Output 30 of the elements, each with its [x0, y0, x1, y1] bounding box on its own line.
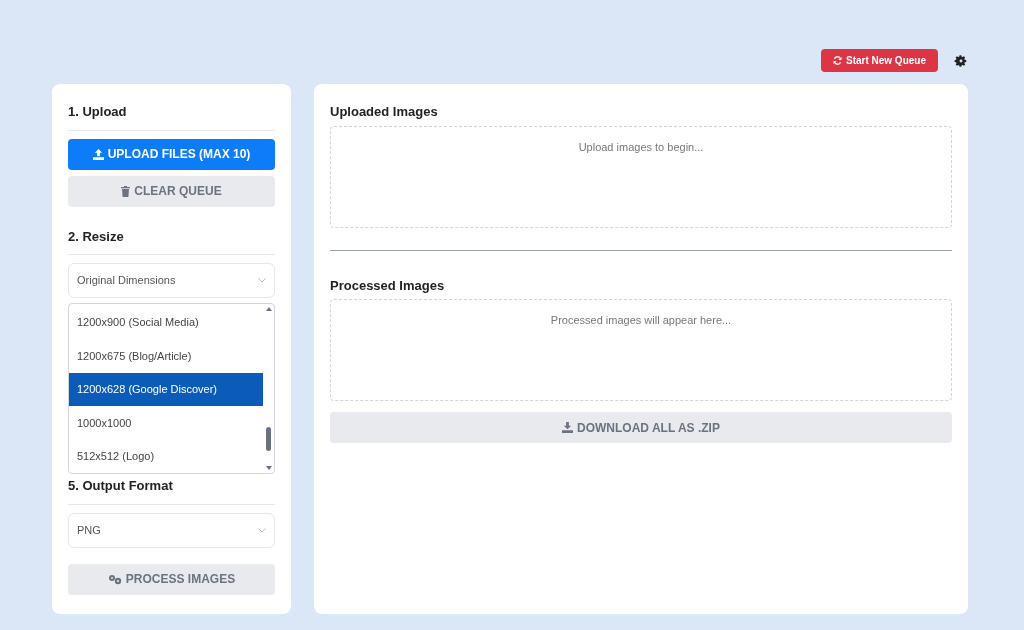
section-title: Processed Images	[330, 276, 446, 295]
output-format-select[interactable]: PNG	[68, 512, 275, 548]
process-images-button[interactable]: PROCESS IMAGES	[68, 563, 275, 595]
placeholder-text: Upload images to begin...	[578, 139, 704, 155]
dropdown-option[interactable]: 1200x675 (Blog/Article)	[69, 339, 263, 373]
download-zip-button[interactable]: DOWNLOAD ALL AS .ZIP	[330, 412, 952, 443]
section-title: 5. Output Format	[68, 476, 275, 505]
section-title: 1. Upload	[68, 102, 275, 131]
upload-files-button[interactable]: UPLOAD FILES (MAX 10)	[68, 138, 275, 170]
chevron-down-icon	[258, 527, 266, 533]
dropdown-option[interactable]: 1200x628 (Google Discover)	[69, 372, 263, 407]
chevron-down-icon	[258, 278, 266, 283]
start-new-queue-button[interactable]: Start New Queue	[820, 49, 938, 72]
upload-icon	[92, 148, 104, 160]
clear-queue-button[interactable]: CLEAR QUEUE	[68, 175, 275, 207]
scroll-down-icon[interactable]	[265, 466, 272, 470]
placeholder-text: Processed images will appear here...	[550, 313, 732, 328]
section-title: Uploaded Images	[330, 103, 439, 121]
dropdown-option[interactable]: 512x512 (Logo)	[69, 439, 263, 474]
trash-icon	[121, 185, 131, 197]
download-icon	[562, 422, 574, 433]
gears-icon	[107, 573, 122, 585]
scrollbar-thumb[interactable]	[266, 426, 271, 451]
dropdown-option[interactable]: 1000x1000	[69, 406, 263, 440]
scroll-up-icon[interactable]	[265, 307, 272, 311]
settings-icon[interactable]	[954, 53, 968, 68]
dropdown-option[interactable]: 1200x900 (Social Media)	[69, 306, 263, 340]
section-title: 2. Resize	[68, 226, 275, 255]
refresh-icon	[832, 56, 842, 65]
resize-select[interactable]: Original Dimensions	[68, 263, 275, 298]
